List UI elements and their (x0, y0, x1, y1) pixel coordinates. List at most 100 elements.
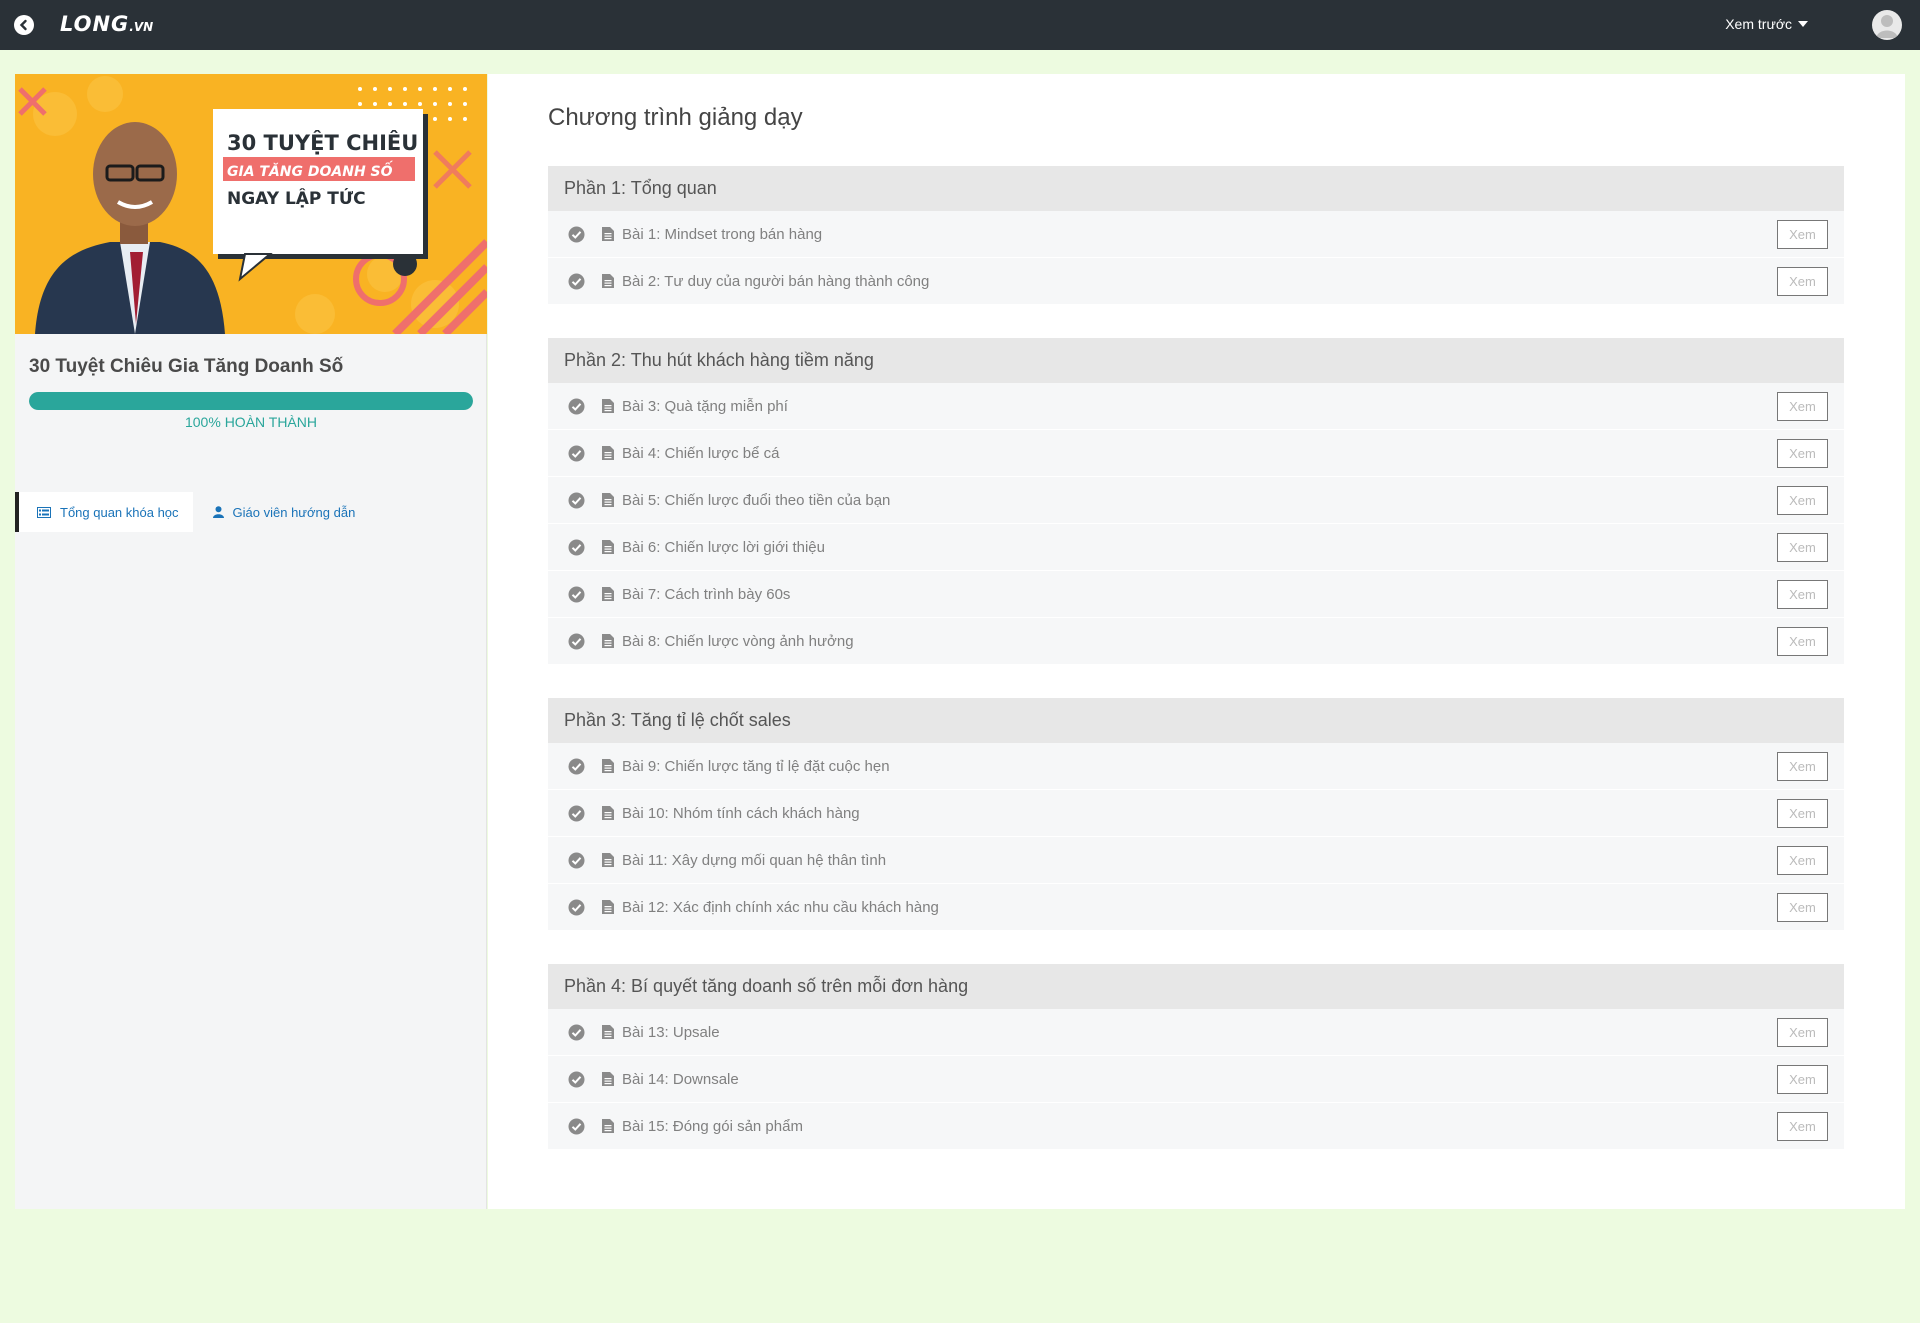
lesson-title: Bài 12: Xác định chính xác nhu cầu khách… (622, 898, 939, 916)
check-circle-icon (568, 398, 585, 414)
check-circle-icon (568, 1024, 585, 1040)
curriculum-section: Phần 4: Bí quyết tăng doanh số trên mỗi … (548, 964, 1844, 1150)
view-lesson-button[interactable]: Xem (1777, 267, 1828, 296)
lesson-row[interactable]: Bài 14: Downsale Xem (548, 1056, 1844, 1103)
course-overview-icon (37, 506, 51, 518)
lesson-row[interactable]: Bài 8: Chiến lược vòng ảnh hưởng Xem (548, 618, 1844, 665)
course-title: 30 Tuyệt Chiêu Gia Tăng Doanh Số (29, 356, 344, 377)
view-lesson-button[interactable]: Xem (1777, 1112, 1828, 1141)
check-circle-icon (568, 586, 585, 602)
document-icon (602, 399, 614, 413)
banner-line-1: 30 TUYỆT CHIÊU (227, 129, 418, 155)
view-lesson-button[interactable]: Xem (1777, 580, 1828, 609)
tab-course-overview[interactable]: Tổng quan khóa học (15, 492, 193, 532)
lesson-row[interactable]: Bài 12: Xác định chính xác nhu cầu khách… (548, 884, 1844, 931)
check-circle-icon (568, 273, 585, 289)
check-circle-icon (568, 492, 585, 508)
progress-fill (29, 392, 473, 410)
lesson-row[interactable]: Bài 11: Xây dựng mối quan hệ thân tình Xe… (548, 837, 1844, 884)
progress-status: 100% HOÀN THÀNH (29, 414, 473, 430)
lesson-row[interactable]: Bài 5: Chiến lược đuổi theo tiền của bạn… (548, 477, 1844, 524)
caret-down-icon (1798, 21, 1808, 27)
view-lesson-button[interactable]: Xem (1777, 533, 1828, 562)
lesson-row[interactable]: Bài 9: Chiến lược tăng tỉ lệ đặt cuộc hẹ… (548, 743, 1844, 790)
check-circle-icon (568, 633, 585, 649)
lesson-row[interactable]: Bài 1: Mindset trong bán hàng Xem (548, 211, 1844, 258)
lesson-title: Bài 3: Quà tặng miễn phí (622, 397, 788, 415)
lesson-row[interactable]: Bài 3: Quà tặng miễn phí Xem (548, 383, 1844, 430)
course-progress-bar (29, 392, 473, 410)
view-lesson-button[interactable]: Xem (1777, 627, 1828, 656)
document-icon (602, 1119, 614, 1133)
banner-line-3: NGAY LẬP TỨC (227, 187, 366, 209)
tab-instructor[interactable]: Giáo viên hướng dẫn (193, 492, 370, 532)
document-icon (602, 493, 614, 507)
lesson-title: Bài 9: Chiến lược tăng tỉ lệ đặt cuộc hẹ… (622, 757, 890, 775)
document-icon (602, 1072, 614, 1086)
curriculum-section: Phần 1: Tổng quan Bài 1: Mindset trong bá… (548, 166, 1844, 305)
section-title: Phần 4: Bí quyết tăng doanh số trên mỗi … (548, 964, 1844, 1009)
tab-course-overview-label: Tổng quan khóa học (60, 504, 179, 520)
lesson-title: Bài 11: Xây dựng mối quan hệ thân tình (622, 851, 887, 869)
section-title: Phần 1: Tổng quan (548, 166, 1844, 211)
check-circle-icon (568, 226, 585, 242)
check-circle-icon (568, 445, 585, 461)
view-lesson-button[interactable]: Xem (1777, 220, 1828, 249)
document-icon (602, 634, 614, 648)
top-navigation-bar: LONG.VN Xem trước (0, 0, 1920, 50)
lesson-row[interactable]: Bài 15: Đóng gói sản phẩm Xem (548, 1103, 1844, 1150)
progress-percent: 100% (184, 414, 221, 430)
progress-status-label: HOÀN THÀNH (224, 414, 317, 430)
lesson-title: Bài 6: Chiến lược lời giới thiệu (622, 538, 825, 556)
check-circle-icon (568, 1118, 585, 1134)
view-lesson-button[interactable]: Xem (1777, 846, 1828, 875)
lesson-title: Bài 8: Chiến lược vòng ảnh hưởng (622, 632, 854, 650)
check-circle-icon (568, 805, 585, 821)
section-title: Phần 2: Thu hút khách hàng tiềm năng (548, 338, 1844, 383)
document-icon (602, 806, 614, 820)
check-circle-icon (568, 852, 585, 868)
document-icon (602, 274, 614, 288)
check-circle-icon (568, 1071, 585, 1087)
lesson-row[interactable]: Bài 4: Chiến lược bể cá Xem (548, 430, 1844, 477)
check-circle-icon (568, 539, 585, 555)
lesson-row[interactable]: Bài 6: Chiến lược lời giới thiệu Xem (548, 524, 1844, 571)
document-icon (602, 446, 614, 460)
view-lesson-button[interactable]: Xem (1777, 893, 1828, 922)
site-logo[interactable]: LONG.VN (60, 12, 153, 36)
view-lesson-button[interactable]: Xem (1777, 392, 1828, 421)
view-lesson-button[interactable]: Xem (1777, 1065, 1828, 1094)
chevron-left-icon (19, 19, 27, 31)
document-icon (602, 227, 614, 241)
document-icon (602, 540, 614, 554)
lesson-title: Bài 13: Upsale (622, 1023, 720, 1041)
view-lesson-button[interactable]: Xem (1777, 752, 1828, 781)
user-avatar[interactable] (1872, 10, 1902, 40)
lesson-title: Bài 2: Tư duy của người bán hàng thành c… (622, 272, 930, 290)
preview-label: Xem trước (1725, 16, 1792, 32)
view-lesson-button[interactable]: Xem (1777, 799, 1828, 828)
document-icon (602, 1025, 614, 1039)
course-banner: 30 TUYỆT CHIÊU GIA TĂNG DOANH SỐ NGAY LẬ… (15, 74, 487, 334)
preview-dropdown[interactable]: Xem trước (1725, 16, 1808, 32)
lesson-title: Bài 10: Nhóm tính cách khách hàng (622, 804, 860, 822)
check-circle-icon (568, 899, 585, 915)
lesson-title: Bài 4: Chiến lược bể cá (622, 444, 780, 462)
section-title: Phần 3: Tăng tỉ lệ chốt sales (548, 698, 1844, 743)
document-icon (602, 759, 614, 773)
lesson-row[interactable]: Bài 10: Nhóm tính cách khách hàng Xem (548, 790, 1844, 837)
back-button[interactable] (14, 15, 34, 35)
lesson-row[interactable]: Bài 7: Cách trình bày 60s Xem (548, 571, 1844, 618)
view-lesson-button[interactable]: Xem (1777, 1018, 1828, 1047)
page-title: Chương trình giảng dạy (548, 104, 803, 131)
lesson-row[interactable]: Bài 13: Upsale Xem (548, 1009, 1844, 1056)
view-lesson-button[interactable]: Xem (1777, 486, 1828, 515)
lesson-row[interactable]: Bài 2: Tư duy của người bán hàng thành c… (548, 258, 1844, 305)
view-lesson-button[interactable]: Xem (1777, 439, 1828, 468)
curriculum-panel: Chương trình giảng dạy Phần 1: Tổng quan… (488, 74, 1905, 1209)
lesson-title: Bài 5: Chiến lược đuổi theo tiền của bạn (622, 491, 891, 509)
document-icon (602, 587, 614, 601)
document-icon (602, 900, 614, 914)
lesson-title: Bài 7: Cách trình bày 60s (622, 585, 791, 603)
document-icon (602, 853, 614, 867)
